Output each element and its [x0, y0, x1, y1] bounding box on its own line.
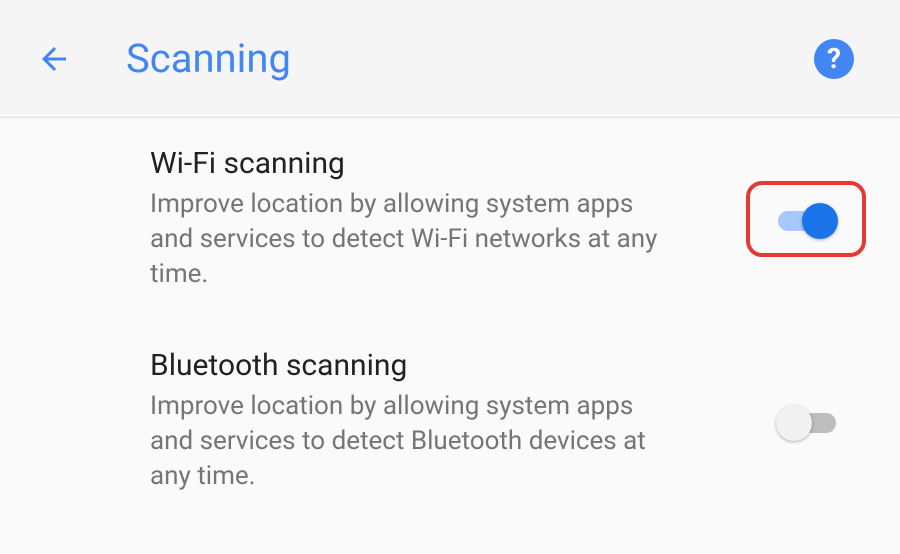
toggle-thumb [802, 203, 838, 239]
back-icon[interactable] [30, 35, 78, 83]
toggle-thumb [776, 405, 812, 441]
page-title: Scanning [126, 35, 814, 82]
bluetooth-scanning-toggle[interactable] [776, 401, 844, 441]
setting-description: Improve location by allowing system apps… [150, 187, 660, 292]
setting-description: Improve location by allowing system apps… [150, 389, 660, 494]
header: Scanning ? [0, 0, 900, 118]
toggle-container [750, 401, 870, 441]
settings-list: Wi-Fi scanning Improve location by allow… [0, 118, 900, 523]
setting-bluetooth-scanning[interactable]: Bluetooth scanning Improve location by a… [0, 320, 900, 522]
setting-text: Wi-Fi scanning Improve location by allow… [150, 146, 746, 292]
setting-text: Bluetooth scanning Improve location by a… [150, 348, 750, 494]
setting-wifi-scanning[interactable]: Wi-Fi scanning Improve location by allow… [0, 118, 900, 320]
setting-title: Bluetooth scanning [150, 348, 710, 383]
setting-title: Wi-Fi scanning [150, 146, 706, 181]
help-icon[interactable]: ? [814, 39, 854, 79]
wifi-scanning-toggle[interactable] [774, 199, 838, 239]
highlight-annotation [746, 181, 866, 257]
